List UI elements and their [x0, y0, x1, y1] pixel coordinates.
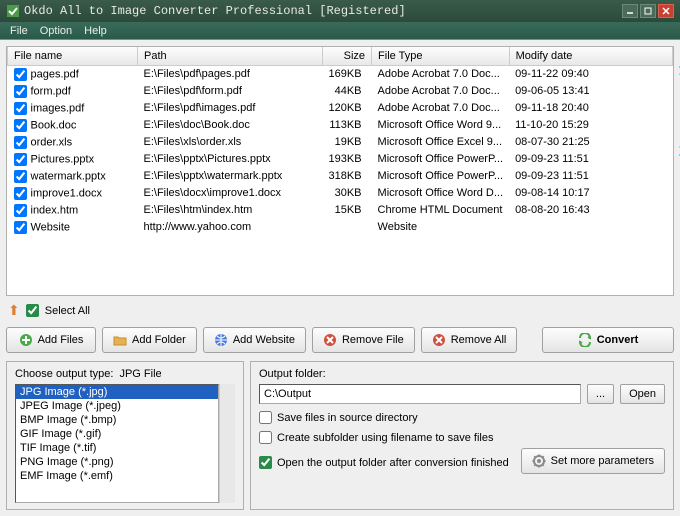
table-row[interactable]: index.htmE:\Files\htm\index.htm15KBChrom… [8, 202, 673, 219]
col-size[interactable]: Size [323, 47, 372, 65]
output-folder-input[interactable] [259, 384, 581, 404]
select-all-label: Select All [45, 305, 90, 317]
more-parameters-button[interactable]: Set more parameters [521, 448, 665, 474]
move-up-button[interactable] [675, 89, 680, 107]
output-type-list[interactable]: JPG Image (*.jpg)JPEG Image (*.jpeg)BMP … [15, 384, 219, 503]
output-type-option[interactable]: BMP Image (*.bmp) [16, 413, 218, 427]
titlebar: Okdo All to Image Converter Professional… [0, 0, 680, 22]
move-bottom-button[interactable] [675, 141, 680, 159]
table-row[interactable]: Pictures.pptxE:\Files\pptx\Pictures.pptx… [8, 151, 673, 168]
row-checkbox[interactable] [14, 204, 27, 217]
row-checkbox[interactable] [14, 102, 27, 115]
row-checkbox[interactable] [14, 187, 27, 200]
col-type[interactable]: File Type [372, 47, 510, 65]
row-checkbox[interactable] [14, 119, 27, 132]
scrollbar[interactable] [219, 384, 235, 503]
subfolder-checkbox[interactable] [259, 431, 272, 444]
menu-option[interactable]: Option [34, 25, 78, 37]
file-list[interactable]: File name Path Size File Type Modify dat… [7, 47, 673, 295]
output-type-current: JPG File [119, 368, 161, 380]
output-type-option[interactable]: EMF Image (*.emf) [16, 469, 218, 483]
table-row[interactable]: pages.pdfE:\Files\pdf\pages.pdf169KBAdob… [8, 65, 673, 83]
open-button[interactable]: Open [620, 384, 665, 404]
menubar: File Option Help [0, 22, 680, 40]
file-panel: File name Path Size File Type Modify dat… [6, 46, 674, 296]
add-website-button[interactable]: Add Website [203, 327, 306, 353]
row-checkbox[interactable] [14, 170, 27, 183]
table-row[interactable]: improve1.docxE:\Files\docx\improve1.docx… [8, 185, 673, 202]
table-row[interactable]: form.pdfE:\Files\pdf\form.pdf44KBAdobe A… [8, 83, 673, 100]
app-icon [6, 4, 20, 18]
move-top-button[interactable] [675, 63, 680, 81]
table-row[interactable]: order.xlsE:\Files\xls\order.xls19KBMicro… [8, 134, 673, 151]
output-folder-panel: Output folder: ... Open Save files in so… [250, 361, 674, 510]
output-type-option[interactable]: PNG Image (*.png) [16, 455, 218, 469]
remove-file-button[interactable]: Remove File [312, 327, 415, 353]
remove-all-button[interactable]: Remove All [421, 327, 518, 353]
maximize-button[interactable] [640, 4, 656, 18]
table-row[interactable]: images.pdfE:\Files\pdf\images.pdf120KBAd… [8, 100, 673, 117]
row-checkbox[interactable] [14, 153, 27, 166]
output-type-option[interactable]: JPEG Image (*.jpeg) [16, 399, 218, 413]
close-button[interactable] [658, 4, 674, 18]
output-type-option[interactable]: TIF Image (*.tif) [16, 441, 218, 455]
output-type-option[interactable]: JPG Image (*.jpg) [16, 385, 218, 399]
output-type-label: Choose output type: [15, 368, 113, 380]
minimize-button[interactable] [622, 4, 638, 18]
select-all-checkbox[interactable] [26, 304, 39, 317]
add-files-button[interactable]: Add Files [6, 327, 96, 353]
row-checkbox[interactable] [14, 68, 27, 81]
col-path[interactable]: Path [138, 47, 323, 65]
menu-file[interactable]: File [4, 25, 34, 37]
convert-button[interactable]: Convert [542, 327, 674, 353]
window-title: Okdo All to Image Converter Professional… [24, 4, 622, 18]
browse-button[interactable]: ... [587, 384, 614, 404]
row-checkbox[interactable] [14, 221, 27, 234]
up-arrow-icon: ⬆ [8, 302, 20, 319]
move-down-button[interactable] [675, 115, 680, 133]
table-row[interactable]: watermark.pptxE:\Files\pptx\watermark.pp… [8, 168, 673, 185]
row-checkbox[interactable] [14, 85, 27, 98]
table-row[interactable]: Book.docE:\Files\doc\Book.doc113KBMicros… [8, 117, 673, 134]
output-folder-label: Output folder: [259, 368, 665, 380]
col-name[interactable]: File name [8, 47, 138, 65]
table-row[interactable]: Websitehttp://www.yahoo.comWebsite [8, 219, 673, 236]
add-folder-button[interactable]: Add Folder [102, 327, 197, 353]
row-checkbox[interactable] [14, 136, 27, 149]
output-type-option[interactable]: GIF Image (*.gif) [16, 427, 218, 441]
output-type-panel: Choose output type: JPG File JPG Image (… [6, 361, 244, 510]
save-source-checkbox[interactable] [259, 411, 272, 424]
open-after-checkbox[interactable] [259, 456, 272, 469]
col-date[interactable]: Modify date [509, 47, 672, 65]
menu-help[interactable]: Help [78, 25, 113, 37]
